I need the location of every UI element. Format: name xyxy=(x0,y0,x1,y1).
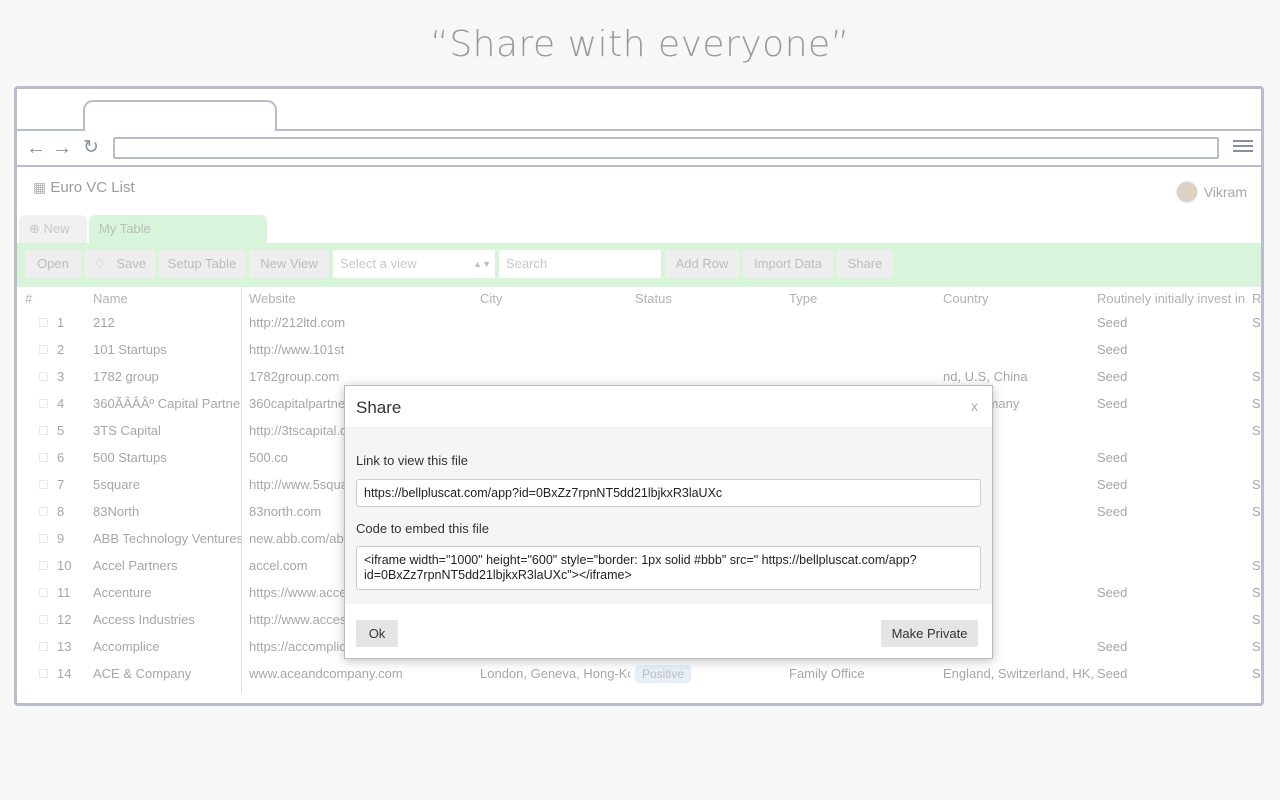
dialog-header: Share x xyxy=(345,386,992,428)
dialog-body: Link to view this file https://bellplusc… xyxy=(345,428,992,604)
make-private-button[interactable]: Make Private xyxy=(881,620,978,647)
embed-code-textarea[interactable]: <iframe width="1000" height="600" style=… xyxy=(356,546,981,590)
address-bar[interactable] xyxy=(113,137,1219,159)
share-dialog: Share x Link to view this file https://b… xyxy=(344,385,993,659)
ok-button[interactable]: Ok xyxy=(356,620,398,647)
hamburger-menu-icon[interactable] xyxy=(1233,137,1253,157)
page-caption: “Share with everyone” xyxy=(430,24,850,65)
browser-window: ← → ↻ ▦ Euro VC List Vikram ⊕ New My Tab… xyxy=(14,86,1264,706)
close-icon[interactable]: x xyxy=(971,398,978,414)
browser-tabstrip xyxy=(17,89,1261,133)
dialog-title: Share xyxy=(356,398,402,417)
embed-label: Code to embed this file xyxy=(356,521,489,536)
forward-arrow-icon[interactable]: → xyxy=(51,137,73,159)
app-area: ▦ Euro VC List Vikram ⊕ New My Table Ope… xyxy=(17,169,1261,703)
share-link-input[interactable]: https://bellpluscat.com/app?id=0BxZz7rpn… xyxy=(356,479,981,507)
link-label: Link to view this file xyxy=(356,453,468,468)
browser-navbar: ← → ↻ xyxy=(17,131,1261,167)
back-arrow-icon[interactable]: ← xyxy=(25,137,47,159)
reload-icon[interactable]: ↻ xyxy=(80,137,102,159)
browser-tab[interactable] xyxy=(83,100,277,133)
